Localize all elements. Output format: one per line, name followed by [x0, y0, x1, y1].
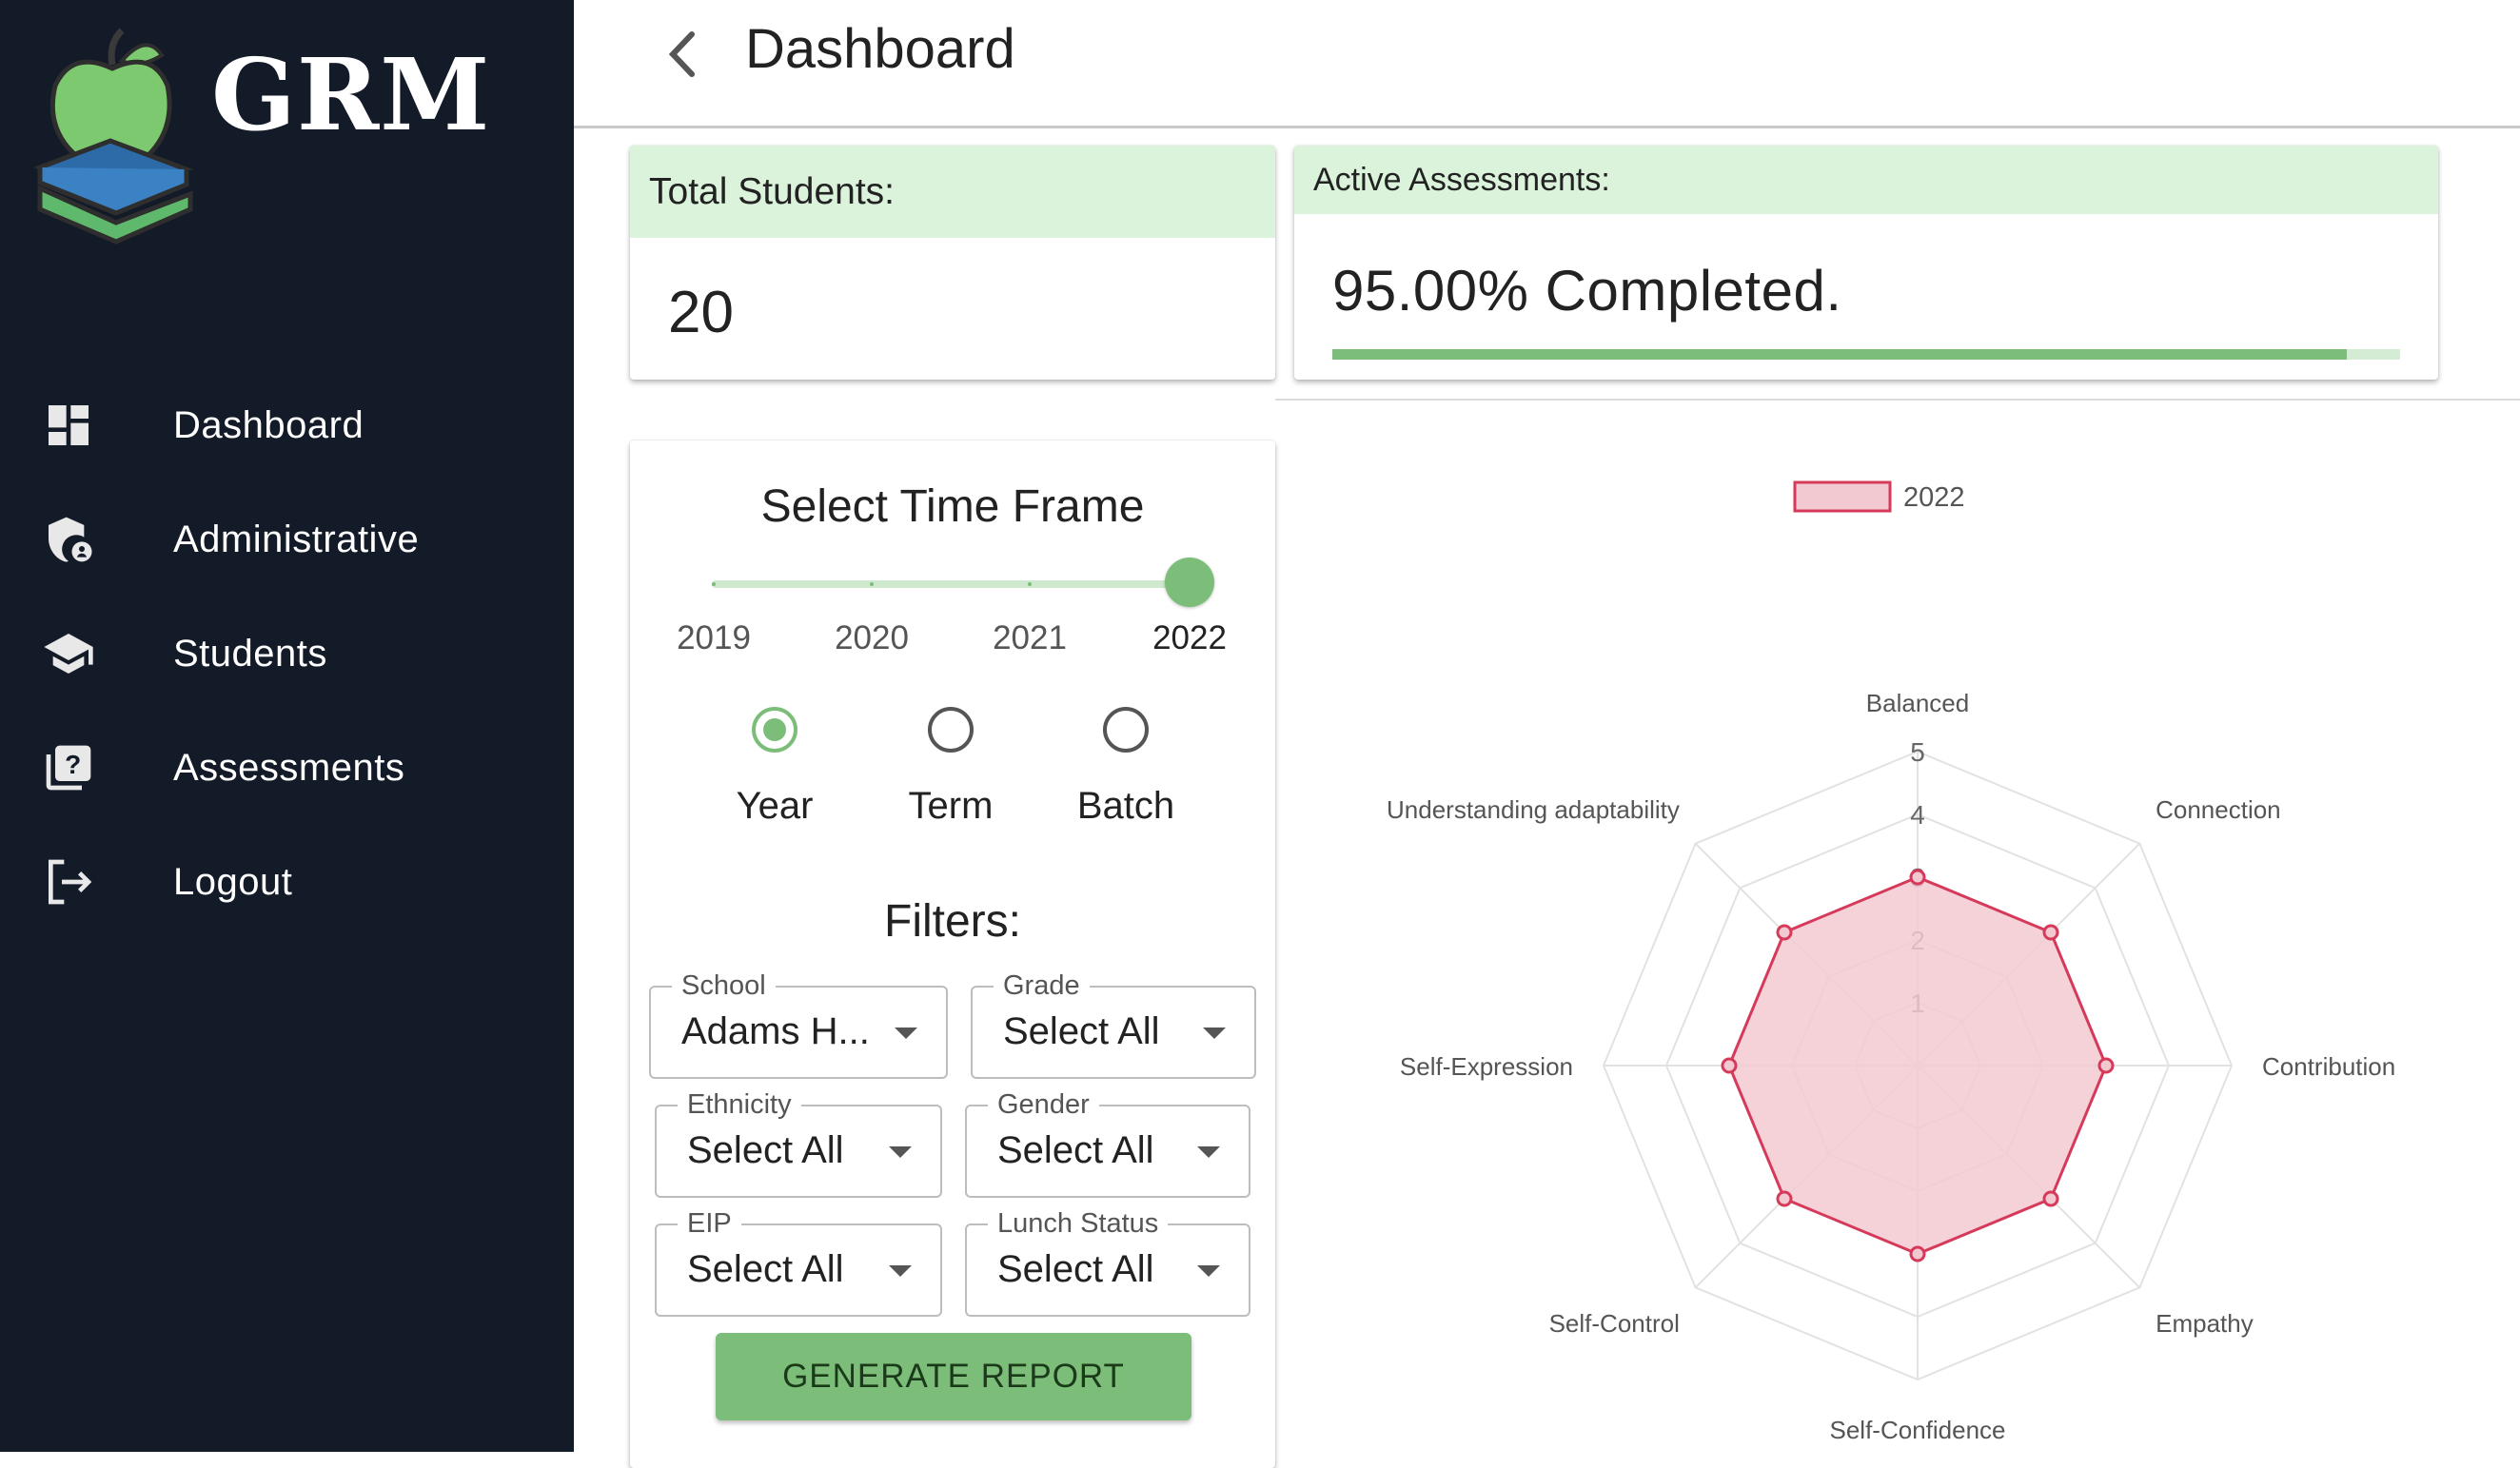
eip-select-label: EIP — [678, 1206, 741, 1241]
gender-select-value: Select All — [997, 1129, 1154, 1171]
eip-select[interactable]: EIP Select All — [655, 1206, 942, 1317]
radar-axis-label: Balanced — [1866, 689, 1969, 717]
svg-text:?: ? — [65, 750, 81, 779]
radar-axis-label: Connection — [2156, 795, 2281, 824]
radar-tick-label: 4 — [1910, 800, 1925, 830]
total-students-value: 20 — [668, 280, 734, 345]
grade-select[interactable]: Grade Select All — [971, 969, 1256, 1079]
radar-point — [1776, 1190, 1793, 1207]
page-header: Dashboard — [574, 0, 2520, 128]
apple-books-logo-icon — [34, 28, 193, 245]
radar-point — [1776, 924, 1793, 941]
radio-batch[interactable] — [1103, 707, 1149, 753]
logout-icon — [49, 859, 92, 905]
nav-item-students[interactable]: Students — [0, 601, 574, 706]
slider-tick-2020: 2020 — [835, 619, 909, 656]
active-assessments-card: Active Assessments: 95.00% Completed. — [1294, 146, 2438, 380]
radio-label-year: Year — [736, 785, 814, 827]
time-frame-title: Select Time Frame — [760, 481, 1145, 532]
slider-tick-2022: 2022 — [1152, 619, 1227, 656]
gender-select-label: Gender — [988, 1087, 1099, 1122]
slider-mark — [1028, 582, 1032, 586]
filters-title: Filters: — [884, 896, 1021, 947]
ethnicity-select[interactable]: Ethnicity Select All — [655, 1087, 942, 1198]
active-assessments-value: 95.00% Completed. — [1332, 259, 1842, 323]
nav-label-administrative: Administrative — [173, 518, 420, 560]
slider-mark — [870, 582, 874, 586]
generate-report-button[interactable]: GENERATE REPORT — [716, 1333, 1191, 1420]
radar-axis-label: Contribution — [2262, 1052, 2395, 1081]
page-title: Dashboard — [745, 18, 1015, 80]
eip-select-value: Select All — [687, 1248, 844, 1290]
radar-point — [2097, 1057, 2115, 1074]
radio-year[interactable] — [752, 707, 797, 753]
radio-term[interactable] — [928, 707, 974, 753]
legend-swatch — [1793, 480, 1892, 513]
nav-item-administrative[interactable]: Administrative — [0, 487, 574, 592]
time-frame-slider-fill — [712, 580, 1191, 588]
chevron-left-icon[interactable] — [650, 21, 717, 88]
radar-chart: 2022 Balanced Connection Contribution Empat… — [1387, 480, 2395, 1444]
ethnicity-select-label: Ethnicity — [678, 1087, 801, 1122]
time-frame-slider-track[interactable] — [712, 580, 1191, 588]
nav-label-assessments: Assessments — [173, 746, 405, 789]
radar-axis-label: Self-Confidence — [1830, 1416, 2006, 1444]
chart-legend[interactable]: 2022 — [1793, 480, 1965, 513]
quiz-icon: ? — [46, 745, 91, 791]
radio-label-batch: Batch — [1076, 785, 1175, 827]
nav-item-dashboard[interactable]: Dashboard — [0, 373, 574, 478]
radar-tick-label: 5 — [1910, 737, 1925, 767]
brand-name: GRM — [211, 36, 491, 153]
grade-select-value: Select All — [1003, 1010, 1160, 1052]
nav-label-students: Students — [173, 632, 327, 675]
radar-point — [1909, 1245, 1926, 1262]
dropdown-arrow-icon — [1203, 1028, 1226, 1039]
assessment-progress-bar — [1332, 349, 2400, 360]
legend-label: 2022 — [1903, 482, 1965, 513]
radar-axis-label: Self-Expression — [1400, 1052, 1573, 1081]
school-select[interactable]: School Adams H... — [649, 969, 948, 1079]
radar-point — [1721, 1057, 1738, 1074]
grade-select-label: Grade — [994, 969, 1090, 1003]
divider — [1275, 399, 2520, 401]
radar-series — [1721, 869, 2115, 1262]
dropdown-arrow-icon — [1197, 1146, 1220, 1158]
school-select-label: School — [672, 969, 776, 1003]
radar-point — [2042, 924, 2059, 941]
slider-mark — [712, 582, 716, 586]
slider-tick-2021: 2021 — [993, 619, 1067, 656]
dashboard-icon — [49, 405, 89, 445]
radar-axis-label: Empathy — [2156, 1309, 2254, 1338]
active-assessments-label: Active Assessments: — [1294, 146, 2438, 214]
nav-label-dashboard: Dashboard — [173, 403, 364, 446]
dropdown-arrow-icon — [1197, 1265, 1220, 1277]
radar-point — [2042, 1190, 2059, 1207]
slider-tick-2019: 2019 — [677, 619, 751, 656]
lunch-status-select-label: Lunch Status — [988, 1206, 1169, 1241]
nav-item-logout[interactable]: Logout — [0, 830, 574, 934]
nav-item-assessments[interactable]: ? Assessments — [0, 715, 574, 820]
lunch-status-select[interactable]: Lunch Status Select All — [965, 1206, 1250, 1317]
school-select-value: Adams H... — [681, 1010, 870, 1052]
dropdown-arrow-icon — [889, 1146, 912, 1158]
graduation-cap-icon — [44, 634, 93, 674]
total-students-label: Total Students: — [630, 146, 1275, 238]
assessment-progress-fill — [1332, 349, 2347, 360]
radar-axis-label: Self-Control — [1549, 1309, 1680, 1338]
radar-axis-label: Understanding adaptability — [1387, 795, 1680, 824]
time-frame-slider-thumb[interactable] — [1165, 558, 1214, 607]
radar-point — [1909, 869, 1926, 886]
sidebar: GRM Dashboard Administrative Students ? … — [0, 0, 574, 1452]
total-students-card: Total Students: 20 — [630, 146, 1275, 380]
dropdown-arrow-icon — [889, 1265, 912, 1277]
nav-label-logout: Logout — [173, 860, 293, 903]
dropdown-arrow-icon — [895, 1028, 917, 1039]
filter-panel: Select Time Frame 2019 2020 2021 2022 Ye… — [630, 440, 1275, 1468]
gender-select[interactable]: Gender Select All — [965, 1087, 1250, 1198]
ethnicity-select-value: Select All — [687, 1129, 844, 1171]
lunch-status-select-value: Select All — [997, 1248, 1154, 1290]
admin-shield-icon — [49, 517, 92, 562]
radio-label-term: Term — [908, 785, 994, 827]
